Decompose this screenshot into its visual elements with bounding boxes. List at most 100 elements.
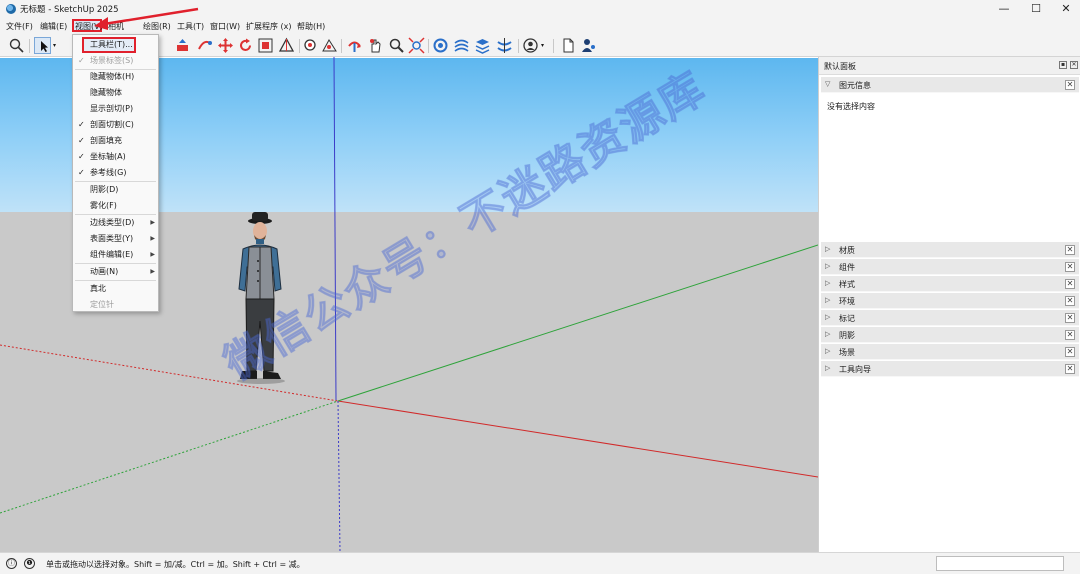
orbit-icon[interactable] (346, 37, 363, 54)
panel-close-icon[interactable]: ✕ (1065, 364, 1075, 374)
measurements-box[interactable] (936, 556, 1064, 571)
menu-item-label: 剖面切割(C) (90, 120, 134, 129)
pin-icon[interactable]: ▪ (1059, 61, 1067, 69)
tray-close-icon[interactable]: ✕ (1070, 61, 1078, 69)
check-icon: ✓ (78, 136, 85, 145)
entity-info-body: 没有选择内容 (821, 93, 1079, 239)
chevron-right-icon: ▷ (825, 279, 831, 287)
submenu-arrow-icon: ▶ (150, 235, 155, 242)
menu-item-shadows[interactable]: 阴影(D) (73, 182, 158, 198)
protractor-icon[interactable] (321, 37, 338, 54)
panel-close-icon[interactable]: ✕ (1065, 347, 1075, 357)
toolbar-divider (29, 39, 30, 53)
menu-item-label: 表面类型(Y) (90, 234, 134, 243)
search-icon[interactable] (8, 37, 25, 54)
sandbox-icon[interactable] (432, 37, 449, 54)
menu-help[interactable]: 帮助(H) (297, 21, 325, 32)
menu-extensions[interactable]: 扩展程序 (x) (246, 21, 292, 32)
maximize-button[interactable]: ☐ (1020, 0, 1052, 18)
toolbar-divider (553, 39, 554, 53)
panel-label: 材质 (839, 246, 855, 255)
status-text: 单击或拖动以选择对象。Shift = 加/减。Ctrl = 加。Shift + … (46, 560, 305, 569)
move-icon[interactable] (217, 37, 234, 54)
menu-item-face-style[interactable]: 表面类型(Y) ▶ (73, 231, 158, 247)
menu-item-hidden-geometry[interactable]: 隐藏物体(H) (73, 69, 158, 85)
rotate-icon[interactable] (237, 37, 254, 54)
menu-item-label: 阴影(D) (90, 185, 119, 194)
pan-icon[interactable] (367, 37, 384, 54)
green-axis-negative (0, 400, 339, 514)
view-menu-dropdown: 工具栏(T)... ✓ 场景标签(S) 隐藏物体(H) 隐藏物体 显示剖切(P) … (72, 34, 159, 312)
user-icon[interactable] (522, 37, 539, 54)
zoom-extents-icon[interactable] (408, 37, 425, 54)
close-button[interactable]: ✕ (1050, 0, 1080, 18)
pushpull-icon[interactable] (174, 37, 191, 54)
panel-label: 组件 (839, 263, 855, 272)
panel-instructor[interactable]: ▷ 工具向导 ✕ (821, 361, 1079, 377)
followme-icon[interactable] (196, 37, 213, 54)
panel-close-icon[interactable]: ✕ (1065, 245, 1075, 255)
chevron-right-icon: ▷ (825, 296, 831, 304)
menu-item-hidden-objects[interactable]: 隐藏物体 (73, 85, 158, 101)
menu-item-guides[interactable]: ✓ 参考线(G) (73, 165, 158, 181)
info-icon[interactable]: ⓘ (6, 558, 17, 569)
menu-window[interactable]: 窗口(W) (210, 21, 240, 32)
terrain-icon[interactable] (453, 37, 470, 54)
offset-icon[interactable] (278, 37, 295, 54)
panel-close-icon[interactable]: ✕ (1065, 313, 1075, 323)
panel-components[interactable]: ▷ 组件 ✕ (821, 259, 1079, 275)
chevron-right-icon: ▷ (825, 313, 831, 321)
panel-close-icon[interactable]: ✕ (1065, 330, 1075, 340)
menu-item-animation[interactable]: 动画(N) ▶ (73, 264, 158, 280)
select-arrow-icon[interactable] (34, 37, 51, 54)
flip-icon[interactable] (496, 37, 513, 54)
menu-item-label: 隐藏物体 (90, 88, 122, 97)
layers-icon[interactable] (474, 37, 491, 54)
menu-item-section-cuts[interactable]: ✓ 剖面切割(C) (73, 117, 158, 133)
panel-close-icon[interactable]: ✕ (1065, 279, 1075, 289)
menu-item-axes[interactable]: ✓ 坐标轴(A) (73, 149, 158, 165)
menu-file[interactable]: 文件(F) (6, 21, 33, 32)
chevron-right-icon: ▷ (825, 364, 831, 372)
panel-tags[interactable]: ▷ 标记 ✕ (821, 310, 1079, 326)
panel-close-icon[interactable]: ✕ (1065, 262, 1075, 272)
menu-item-label: 工具栏(T)... (90, 40, 133, 49)
sketchup-window: 无标题 - SketchUp 2025 — ☐ ✕ 文件(F) 编辑(E) 相机… (0, 0, 1080, 574)
sketchup-logo-icon (6, 4, 16, 14)
tray-title: 默认面板 (824, 62, 856, 71)
menu-edit[interactable]: 编辑(E) (40, 21, 67, 32)
help-icon[interactable]: ❶ (24, 558, 35, 569)
panel-scenes[interactable]: ▷ 场景 ✕ (821, 344, 1079, 360)
menu-item-toolbars[interactable]: 工具栏(T)... (73, 37, 158, 53)
menu-item-section-fill[interactable]: ✓ 剖面填充 (73, 133, 158, 149)
menu-item-label: 真北 (90, 284, 106, 293)
panel-shadows[interactable]: ▷ 阴影 ✕ (821, 327, 1079, 343)
menu-item-component-edit[interactable]: 组件编辑(E) ▶ (73, 247, 158, 263)
menu-item-edge-style[interactable]: 边线类型(D) ▶ (73, 215, 158, 231)
panel-close-icon[interactable]: ✕ (1065, 296, 1075, 306)
zoom-icon[interactable] (388, 37, 405, 54)
menu-item-location-pin: 定位针 (73, 297, 158, 313)
panel-label: 标记 (839, 314, 855, 323)
menu-item-section-planes[interactable]: 显示剖切(P) (73, 101, 158, 117)
minimize-button[interactable]: — (988, 0, 1020, 18)
panel-styles[interactable]: ▷ 样式 ✕ (821, 276, 1079, 292)
menu-item-label: 雾化(F) (90, 201, 117, 210)
select-dropdown-icon[interactable]: ▾ (53, 42, 56, 49)
panel-close-icon[interactable]: ✕ (1065, 80, 1075, 90)
menu-item-fog[interactable]: 雾化(F) (73, 198, 158, 214)
panel-materials[interactable]: ▷ 材质 ✕ (821, 242, 1079, 258)
blue-axis (333, 57, 337, 402)
tape-icon[interactable] (302, 37, 319, 54)
check-icon: ✓ (78, 56, 85, 65)
panel-entity-info[interactable]: ▽ 图元信息 ✕ (821, 77, 1079, 93)
menu-item-true-north[interactable]: 真北 (73, 281, 158, 297)
user-dropdown-icon[interactable]: ▾ (541, 42, 544, 49)
person-icon[interactable] (580, 37, 597, 54)
menu-item-label: 组件编辑(E) (90, 250, 134, 259)
scale-icon[interactable] (257, 37, 274, 54)
menu-item-label: 参考线(G) (90, 168, 127, 177)
new-file-icon[interactable] (560, 37, 577, 54)
toolbar-divider (518, 39, 519, 53)
panel-environment[interactable]: ▷ 环境 ✕ (821, 293, 1079, 309)
